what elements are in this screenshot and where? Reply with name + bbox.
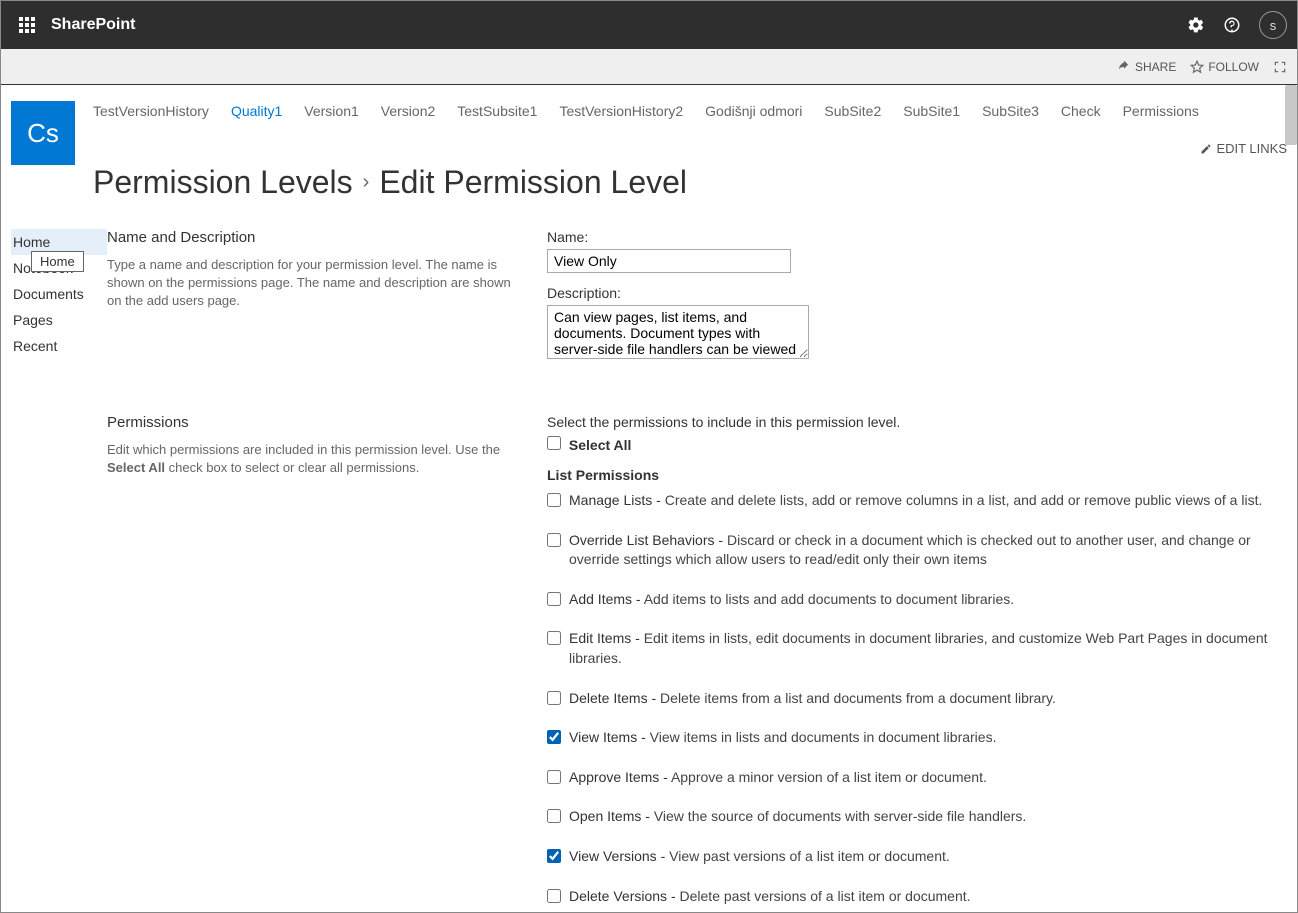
desc-input[interactable] [547, 305, 809, 359]
form-area: Name and Description Type a name and des… [107, 229, 1287, 912]
perm-checkbox[interactable] [547, 889, 561, 903]
perm-checkbox[interactable] [547, 592, 561, 606]
section-permissions: Permissions Edit which permissions are i… [107, 414, 1287, 912]
below-header: HomeNotebookDocumentsPagesRecentHome Nam… [11, 229, 1287, 912]
topnav-item[interactable]: TestVersionHistory2 [559, 103, 683, 119]
action-bar: SHARE FOLLOW [1, 49, 1297, 85]
perm-label[interactable]: Manage Lists - Create and delete lists, … [569, 491, 1262, 511]
focus-icon [1273, 60, 1287, 74]
select-all-row: Select All [547, 436, 1287, 453]
app-launcher-icon[interactable] [11, 9, 43, 41]
suite-bar: SharePoint s [1, 1, 1297, 49]
app-window: SharePoint s SHARE FOLLOW Cs [0, 0, 1298, 913]
quicklaunch: HomeNotebookDocumentsPagesRecentHome [11, 229, 107, 912]
focus-button[interactable] [1273, 60, 1287, 74]
perm-list: Manage Lists - Create and delete lists, … [547, 491, 1287, 912]
perm-row: View Versions - View past versions of a … [547, 847, 1287, 867]
perm-checkbox[interactable] [547, 493, 561, 507]
section-heading: Name and Description [107, 229, 527, 246]
topnav-item[interactable]: Quality1 [231, 103, 282, 119]
section-help: Edit which permissions are included in t… [107, 441, 527, 477]
tooltip: Home [31, 251, 84, 272]
perm-row: Add Items - Add items to lists and add d… [547, 590, 1287, 610]
quicklaunch-item[interactable]: Recent [11, 333, 107, 359]
perm-label[interactable]: Approve Items - Approve a minor version … [569, 768, 987, 788]
perm-checkbox[interactable] [547, 631, 561, 645]
pencil-icon [1200, 143, 1212, 155]
perm-checkbox[interactable] [547, 533, 561, 547]
section-heading: Permissions [107, 414, 527, 431]
topnav-item[interactable]: SubSite2 [824, 103, 881, 119]
content: Cs TestVersionHistory Quality1 Version1 Ver… [1, 85, 1297, 912]
perm-row: View Items - View items in lists and doc… [547, 728, 1287, 748]
perm-row: Delete Versions - Delete past versions o… [547, 887, 1287, 907]
perm-label[interactable]: Override List Behaviors - Discard or che… [569, 531, 1287, 570]
suite-right: s [1187, 11, 1287, 39]
perm-row: Delete Items - Delete items from a list … [547, 689, 1287, 709]
perm-label[interactable]: Edit Items - Edit items in lists, edit d… [569, 629, 1287, 668]
follow-button[interactable]: FOLLOW [1190, 60, 1259, 74]
perm-row: Override List Behaviors - Discard or che… [547, 531, 1287, 570]
edit-links-button[interactable]: EDIT LINKS [1200, 141, 1287, 156]
perm-label[interactable]: Delete Items - Delete items from a list … [569, 689, 1056, 709]
suite-title[interactable]: SharePoint [51, 16, 135, 34]
breadcrumb-parent[interactable]: Permission Levels [93, 164, 353, 201]
perm-label[interactable]: Open Items - View the source of document… [569, 807, 1026, 827]
perm-checkbox[interactable] [547, 691, 561, 705]
topnav-item[interactable]: SubSite1 [903, 103, 960, 119]
perm-label[interactable]: View Versions - View past versions of a … [569, 847, 950, 867]
quicklaunch-item[interactable]: Documents [11, 281, 107, 307]
select-all-checkbox[interactable] [547, 436, 561, 450]
perm-label[interactable]: View Items - View items in lists and doc… [569, 728, 996, 748]
name-label: Name: [547, 229, 1287, 245]
perm-label[interactable]: Add Items - Add items to lists and add d… [569, 590, 1014, 610]
topnav-item[interactable]: Version1 [304, 103, 358, 119]
top-nav: TestVersionHistory Quality1 Version1 Versio… [93, 101, 1287, 156]
breadcrumb-current: Edit Permission Level [379, 164, 687, 201]
breadcrumb-sep: › [363, 171, 370, 194]
perm-checkbox[interactable] [547, 770, 561, 784]
topnav-item[interactable]: TestSubsite1 [457, 103, 537, 119]
perm-checkbox[interactable] [547, 730, 561, 744]
share-button[interactable]: SHARE [1117, 60, 1176, 74]
gear-icon[interactable] [1187, 16, 1205, 34]
follow-label: FOLLOW [1208, 60, 1259, 74]
help-icon[interactable] [1223, 16, 1241, 34]
page-title: Permission Levels › Edit Permission Leve… [93, 164, 1287, 201]
share-icon [1117, 60, 1131, 74]
perm-row: Approve Items - Approve a minor version … [547, 768, 1287, 788]
name-input[interactable] [547, 249, 791, 273]
desc-label: Description: [547, 285, 1287, 301]
star-icon [1190, 60, 1204, 74]
avatar[interactable]: s [1259, 11, 1287, 39]
topnav-item[interactable]: Permissions [1123, 103, 1199, 119]
topnav-item[interactable]: TestVersionHistory [93, 103, 209, 119]
site-logo[interactable]: Cs [11, 101, 75, 165]
topnav-item[interactable]: Godišnji odmori [705, 103, 802, 119]
body-area: Cs TestVersionHistory Quality1 Version1 Ver… [1, 85, 1297, 912]
topnav-item[interactable]: Check [1061, 103, 1101, 119]
topnav-item[interactable]: SubSite3 [982, 103, 1039, 119]
perm-row: Open Items - View the source of document… [547, 807, 1287, 827]
page-header: Cs TestVersionHistory Quality1 Version1 Ver… [11, 101, 1287, 201]
scrollbar[interactable] [1285, 85, 1297, 145]
perm-checkbox[interactable] [547, 809, 561, 823]
perm-group-title: List Permissions [547, 467, 1287, 483]
section-help: Type a name and description for your per… [107, 256, 527, 311]
select-all-label[interactable]: Select All [569, 437, 632, 453]
quicklaunch-item[interactable]: Pages [11, 307, 107, 333]
perm-checkbox[interactable] [547, 849, 561, 863]
perm-row: Manage Lists - Create and delete lists, … [547, 491, 1287, 511]
perm-intro: Select the permissions to include in thi… [547, 414, 1287, 430]
perm-label[interactable]: Delete Versions - Delete past versions o… [569, 887, 971, 907]
share-label: SHARE [1135, 60, 1176, 74]
section-name-desc: Name and Description Type a name and des… [107, 229, 1287, 374]
perm-row: Edit Items - Edit items in lists, edit d… [547, 629, 1287, 668]
topnav-item[interactable]: Version2 [381, 103, 435, 119]
